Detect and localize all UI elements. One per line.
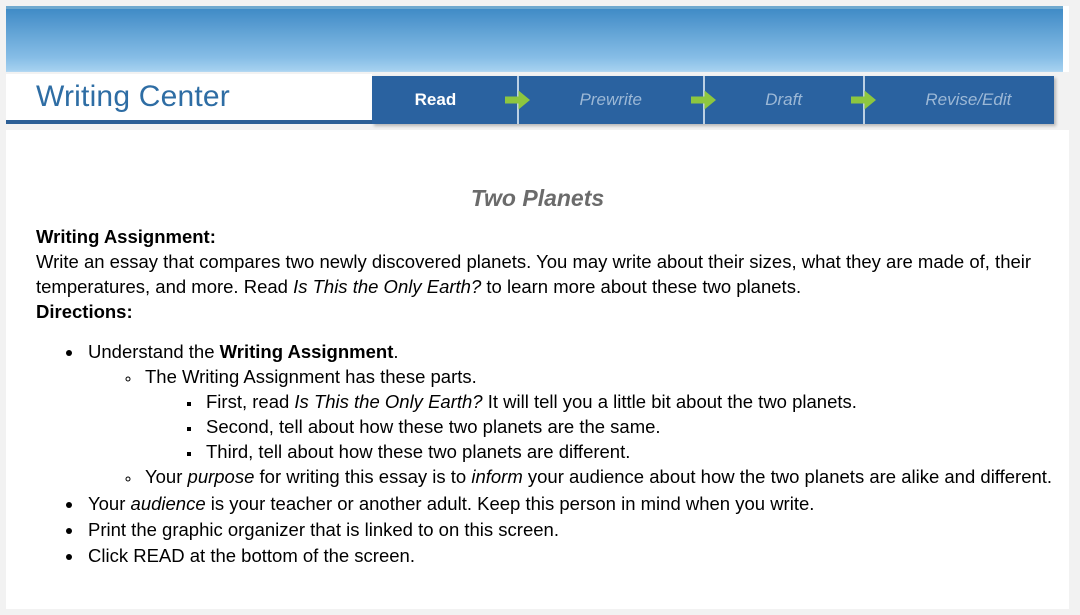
bullet-text-post: . (393, 340, 399, 362)
directions-sublist: The Writing Assignment has these parts. … (88, 364, 1069, 490)
bullet-text-pre: Your (88, 492, 131, 514)
arrow-right-icon (690, 90, 716, 110)
list-item: Your audience is your teacher or another… (84, 491, 1069, 516)
bullet-understand-assignment: Understand the Writing Assignment. (88, 341, 399, 362)
directions-sub-sublist: First, read Is This the Only Earth? It w… (145, 389, 1069, 464)
bullet-text-post: your audience about how the two planets … (522, 466, 1053, 488)
directions-label: Directions: (36, 301, 133, 323)
lesson-content-area: Two Planets Writing Assignment: Write an… (6, 130, 1069, 609)
bullet-text-mid: for writing this essay is to (254, 466, 472, 488)
assignment-text-part2: to learn more about these two planets. (481, 276, 802, 298)
decorative-blue-gradient-banner (6, 6, 1063, 72)
bullet-text-pre: Understand the (88, 340, 220, 362)
bullet-assignment-parts: The Writing Assignment has these parts. (145, 365, 477, 387)
nav-step-draft[interactable]: Draft (723, 90, 845, 110)
arrow-right-icon (850, 90, 876, 110)
brand-block: Writing Center (6, 74, 372, 124)
assignment-label: Writing Assignment: (36, 226, 216, 247)
bullet-text-pre: First, read (206, 390, 295, 412)
site-title: Writing Center (36, 80, 230, 113)
banner-container (6, 6, 1069, 72)
list-item: Print the graphic organizer that is link… (84, 517, 1069, 542)
nav-step-revise-edit[interactable]: Revise/Edit (883, 90, 1054, 110)
bullet-third-different: Third, tell about how these two planets … (206, 441, 631, 463)
page-title: Two Planets (470, 185, 605, 211)
bullet-word-audience: audience (130, 492, 206, 514)
bullet-text-post: is your teacher or another adult. Keep t… (205, 492, 815, 514)
list-item: Click READ at the bottom of the screen. (84, 543, 1069, 568)
bullet-print-organizer: Print the graphic organizer that is link… (88, 518, 559, 540)
nav-separator-2 (685, 76, 723, 124)
bullet-purpose: Your purpose for writing this essay is t… (145, 466, 1052, 487)
bullet-text-pre: Your (145, 466, 188, 488)
directions-list: Understand the Writing Assignment. The W… (6, 339, 1069, 568)
arrow-right-icon (504, 90, 530, 110)
list-item: Third, tell about how these two planets … (202, 439, 1069, 464)
bullet-click-read: Click READ at the bottom of the screen. (88, 544, 415, 566)
assignment-book-title: Is This the Only Earth? (293, 276, 482, 298)
writing-center-page: Writing Center Read Prewrite Draft Revis… (0, 0, 1080, 615)
list-item: Understand the Writing Assignment. The W… (84, 339, 1069, 490)
list-item: Your purpose for writing this essay is t… (141, 464, 1069, 489)
bullet-book-title: Is This the Only Earth? (294, 390, 483, 412)
bullet-word-inform: inform (471, 466, 523, 488)
list-item: First, read Is This the Only Earth? It w… (202, 389, 1069, 414)
list-item: Second, tell about how these two planets… (202, 414, 1069, 439)
list-item: The Writing Assignment has these parts. … (141, 364, 1069, 465)
nav-step-read[interactable]: Read (372, 90, 499, 110)
bullet-word-purpose: purpose (187, 466, 255, 488)
site-header: Writing Center Read Prewrite Draft Revis… (6, 74, 1069, 128)
assignment-body: Writing Assignment: Write an essay that … (6, 212, 1069, 568)
bullet-audience: Your audience is your teacher or another… (88, 493, 814, 514)
bullet-text-post: It will tell you a little bit about the … (482, 390, 857, 412)
nav-step-prewrite[interactable]: Prewrite (537, 90, 685, 110)
nav-separator-1 (499, 76, 537, 124)
banner-top-rule (6, 6, 1063, 9)
bullet-first-read: First, read Is This the Only Earth? It w… (206, 391, 857, 412)
nav-separator-3 (845, 76, 883, 124)
assignment-paragraph: Writing Assignment: Write an essay that … (6, 212, 1069, 325)
bullet-second-same: Second, tell about how these two planets… (206, 416, 661, 438)
assignment-text: Write an essay that compares two newly d… (36, 251, 1031, 297)
writing-process-nav: Read Prewrite Draft Revise/Edit (372, 76, 1054, 124)
bullet-text-bold: Writing Assignment (219, 340, 394, 362)
